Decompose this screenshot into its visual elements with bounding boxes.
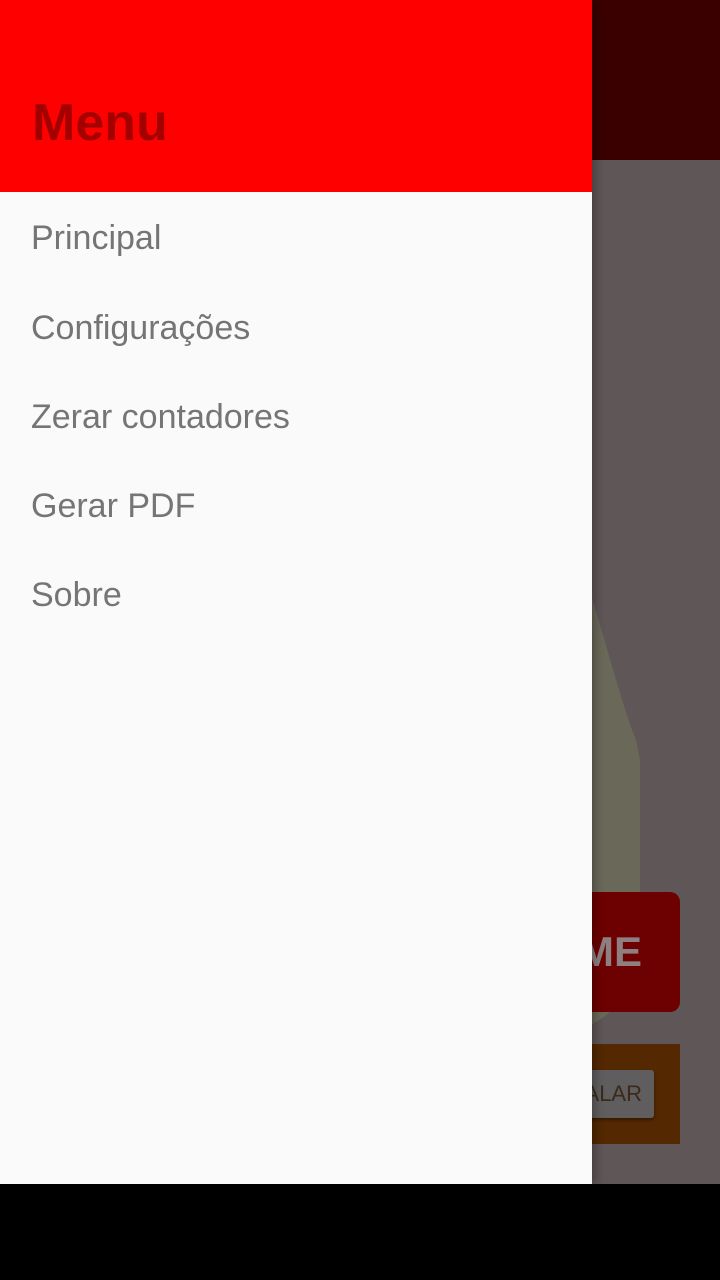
menu-item-gerar-pdf[interactable]: Gerar PDF (0, 462, 592, 551)
system-navigation-bar (0, 1184, 720, 1280)
background-secondary-button-label: ALAR (584, 1081, 642, 1106)
menu-item-configuracoes[interactable]: Configurações (0, 284, 592, 373)
drawer-title: Menu (32, 94, 168, 152)
app-screen: ME ALAR Menu Principal Configurações Zer… (0, 0, 720, 1184)
menu-item-principal[interactable]: Principal (0, 192, 592, 284)
navigation-drawer: Menu Principal Configurações Zerar conta… (0, 0, 592, 1184)
drawer-header: Menu (0, 0, 592, 192)
menu-item-sobre[interactable]: Sobre (0, 551, 592, 640)
menu-item-zerar-contadores[interactable]: Zerar contadores (0, 373, 592, 462)
menu-list: Principal Configurações Zerar contadores… (0, 192, 592, 640)
